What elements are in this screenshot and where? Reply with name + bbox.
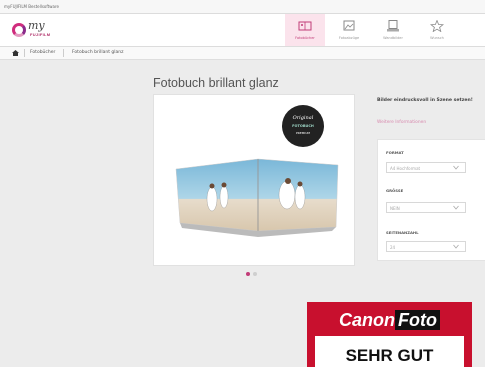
chevron-down-icon [453, 165, 459, 170]
format-value: A4 Hochformat [390, 166, 421, 171]
rating-text: SEHR GUT [315, 336, 464, 367]
format-select[interactable]: A4 Hochformat [386, 162, 466, 173]
fujifilm-logo[interactable]: my FUJIFILM [12, 19, 72, 42]
size-value: NEIN [390, 206, 400, 211]
breadcrumb: Fotobücher Fotobuch brillant glanz [0, 47, 485, 60]
logo-ring-icon [12, 23, 26, 37]
product-gallery[interactable]: Original FOTOBUCH PREMIUM [153, 94, 355, 266]
pages-select[interactable]: 24 [386, 241, 466, 252]
pages-label: SEITENANZAHL [386, 230, 419, 235]
breadcrumb-item-fotobuecher[interactable]: Fotobücher [30, 47, 55, 59]
page-title: Fotobuch brillant glanz [153, 76, 279, 91]
sticker-line2: FOTOBUCH [292, 124, 314, 128]
tab-label: Fotoabzüge [338, 36, 360, 40]
premium-sticker: Original FOTOBUCH PREMIUM [282, 105, 324, 147]
canonfoto-canon: Canon [339, 310, 395, 330]
logo-script: my [28, 19, 45, 32]
tab-fotoabzuege[interactable]: Fotoabzüge [329, 14, 369, 46]
pages-value: 24 [390, 245, 396, 250]
tab-wandbilder[interactable]: Wandbilder [373, 14, 413, 46]
tab-label: Fotobücher [295, 36, 315, 40]
breadcrumb-divider [24, 49, 25, 57]
tab-wunsch[interactable]: Wunsch [417, 14, 457, 46]
wall-art-icon [387, 20, 399, 32]
photobook-image [175, 158, 339, 237]
sticker-line1: Original [292, 115, 314, 121]
breadcrumb-divider [63, 49, 64, 57]
format-label: FORMAT [386, 150, 404, 155]
options-panel: FORMAT A4 Hochformat GRÖSSE NEIN SEITENA… [377, 139, 485, 261]
prints-icon [343, 20, 355, 31]
size-select[interactable]: NEIN [386, 202, 466, 213]
star-icon [430, 20, 444, 32]
canonfoto-foto: Foto [395, 310, 440, 330]
home-icon[interactable] [12, 50, 19, 56]
window-titlebar: myFUJIFILM Bestellsoftware [0, 0, 485, 14]
more-info-link[interactable]: Weitere Informationen [377, 120, 426, 125]
tab-label: Wandbilder [383, 36, 403, 40]
photobook-icon [298, 21, 312, 31]
tab-label: Wunsch [430, 36, 444, 40]
sticker-line3: PREMIUM [295, 131, 311, 135]
size-label: GRÖSSE [386, 188, 404, 193]
carousel-dot[interactable] [253, 272, 257, 276]
window-title: myFUJIFILM Bestellsoftware [4, 4, 60, 9]
canonfoto-logo: Canon Foto [307, 310, 472, 331]
chevron-down-icon [453, 205, 459, 210]
tab-fotobuecher[interactable]: Fotobücher [285, 14, 325, 46]
app-header: my FUJIFILM Fotobücher Fotoabzüge Wandbi… [0, 14, 485, 47]
product-headline: Bilder eindrucksvoll in Szene setzen! [377, 98, 473, 103]
carousel-dot-active[interactable] [246, 272, 250, 276]
breadcrumb-item-current: Fotobuch brillant glanz [72, 50, 124, 55]
canonfoto-rating-badge: Canon Foto SEHR GUT [307, 302, 472, 367]
chevron-down-icon [453, 244, 459, 249]
logo-brand: FUJIFILM [30, 32, 51, 37]
carousel-dots [244, 271, 264, 277]
